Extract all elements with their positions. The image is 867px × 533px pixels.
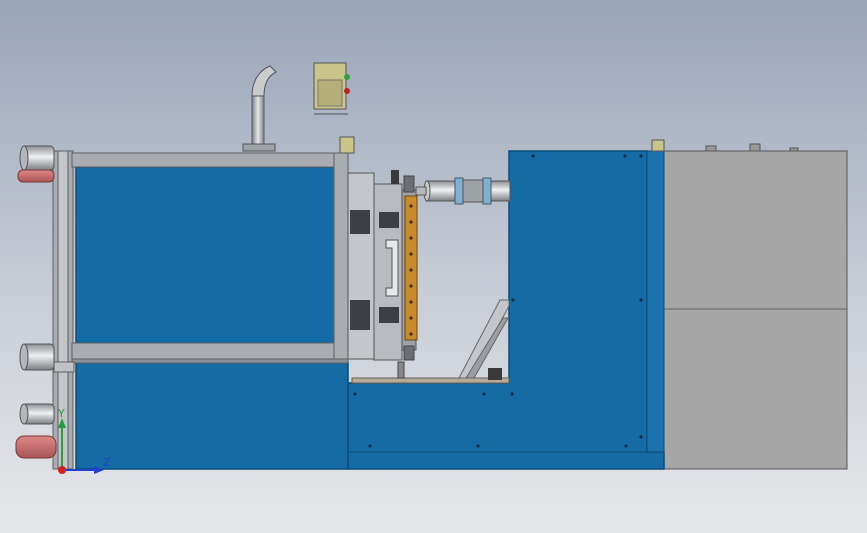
- caster-wheels: [15, 145, 57, 459]
- cad-viewport[interactable]: Y Z: [0, 0, 867, 533]
- injection-cylinder[interactable]: [415, 177, 511, 205]
- z-axis-label: Z: [103, 456, 111, 469]
- left-body[interactable]: [75, 166, 349, 470]
- mount-bracket: [339, 136, 355, 154]
- red-indicator-icon: [344, 88, 350, 94]
- heater-strip: [404, 195, 418, 341]
- exhaust-pipe[interactable]: [242, 65, 277, 152]
- control-cabinet[interactable]: [663, 143, 848, 470]
- machine-drawing: [15, 62, 848, 474]
- y-axis-label: Y: [58, 407, 65, 420]
- control-box[interactable]: [313, 62, 350, 115]
- green-indicator-icon: [344, 74, 350, 80]
